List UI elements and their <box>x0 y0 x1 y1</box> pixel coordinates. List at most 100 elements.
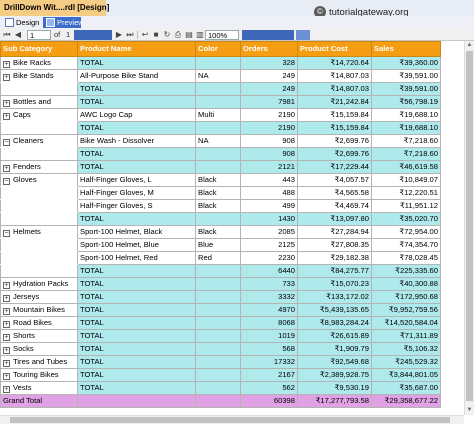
column-header[interactable]: Product Name <box>77 41 196 57</box>
product-cost-cell: ₹2,389,928.75 <box>297 368 372 382</box>
sub-category-cell <box>0 251 78 265</box>
expand-icon[interactable]: + <box>3 282 10 289</box>
orders-cell: 249 <box>240 69 298 83</box>
product-name-cell: TOTAL <box>77 160 196 174</box>
sub-category-cell: + Mountain Bikes <box>0 303 78 317</box>
page-setup-icon[interactable]: ▥ <box>195 30 205 40</box>
column-header[interactable]: Color <box>195 41 241 57</box>
product-name-cell: TOTAL <box>77 147 196 161</box>
expand-icon[interactable]: + <box>3 360 10 367</box>
expand-icon[interactable]: + <box>3 386 10 393</box>
color-cell <box>195 121 241 135</box>
expand-icon[interactable]: + <box>3 334 10 341</box>
sales-cell: ₹3,844,801.05 <box>371 368 441 382</box>
tab-design[interactable]: Design <box>2 17 42 28</box>
sub-category-cell <box>0 238 78 252</box>
grand-total-label: Grand Total <box>0 394 78 408</box>
expand-icon[interactable]: + <box>3 100 10 107</box>
product-name-cell: TOTAL <box>77 82 196 96</box>
back-icon[interactable]: ↩ <box>140 30 150 40</box>
collapse-icon[interactable]: − <box>3 178 10 185</box>
color-cell <box>195 303 241 317</box>
color-cell: Black <box>195 186 241 200</box>
print-icon[interactable]: ⎙ <box>173 30 183 40</box>
first-page-icon[interactable]: ⏮ <box>2 30 12 40</box>
zoom-select[interactable]: 100% <box>205 30 239 40</box>
product-name-cell: TOTAL <box>77 355 196 369</box>
expand-icon[interactable]: + <box>3 165 10 172</box>
subtotal-row: TOTAL 6440 ₹84,275.77 ₹225,335.60 <box>0 264 441 278</box>
sub-category-cell: + Vests <box>0 381 78 395</box>
table-row: Sport-100 Helmet, Red Red 2230 ₹29,182.38 ₹7… <box>0 251 441 265</box>
sales-cell: ₹46,619.58 <box>371 160 441 174</box>
color-cell <box>195 329 241 343</box>
sales-cell: ₹74,354.70 <box>371 238 441 252</box>
horizontal-scrollbar[interactable] <box>0 415 464 424</box>
color-cell: Black <box>195 199 241 213</box>
collapse-icon[interactable]: − <box>3 230 10 237</box>
sub-category-cell <box>0 264 78 278</box>
sub-category-cell <box>0 199 78 213</box>
expand-icon[interactable]: + <box>3 308 10 315</box>
expand-icon[interactable]: + <box>3 347 10 354</box>
orders-cell: 4970 <box>240 303 298 317</box>
product-cost-cell: ₹1,909.79 <box>297 342 372 356</box>
scroll-up-icon[interactable]: ▲ <box>465 41 474 50</box>
product-name-cell: All-Purpose Bike Stand <box>77 69 196 83</box>
product-cost-cell: ₹14,807.03 <box>297 82 372 96</box>
expand-icon[interactable]: + <box>3 321 10 328</box>
find-box[interactable] <box>242 30 294 40</box>
column-header[interactable]: Sales <box>371 41 441 57</box>
orders-cell: 908 <box>240 134 298 148</box>
collapse-icon[interactable]: − <box>3 139 10 146</box>
product-cost-cell: ₹15,159.84 <box>297 121 372 135</box>
page-number-input[interactable]: 1 <box>27 30 51 40</box>
product-name-cell: TOTAL <box>77 121 196 135</box>
expand-icon[interactable]: + <box>3 373 10 380</box>
tab-preview[interactable]: Preview <box>43 17 84 28</box>
expand-icon[interactable]: + <box>3 74 10 81</box>
sub-category-label: Shorts <box>13 331 35 340</box>
vertical-scroll-thumb[interactable] <box>466 51 473 401</box>
sub-category-label: Touring Bikes <box>13 370 59 379</box>
product-cost-cell: ₹26,615.89 <box>297 329 372 343</box>
product-cost-cell: ₹9,530.19 <box>297 381 372 395</box>
subtotal-row: + Fenders TOTAL 2121 ₹17,229.44 ₹46,619.58 <box>0 160 441 174</box>
design-icon <box>5 18 14 27</box>
horizontal-scroll-thumb[interactable] <box>10 417 450 423</box>
color-cell <box>195 316 241 330</box>
stop-icon[interactable]: ■ <box>151 30 161 40</box>
table-row: Half-Finger Gloves, S Black 499 ₹4,469.74 ₹1… <box>0 199 441 213</box>
sub-category-cell: + Touring Bikes <box>0 368 78 382</box>
toolbar-nav-group <box>74 30 112 40</box>
orders-cell: 3332 <box>240 290 298 304</box>
last-page-icon[interactable]: ⏭ <box>125 30 135 40</box>
expand-icon[interactable]: + <box>3 295 10 302</box>
expand-icon[interactable]: + <box>3 61 10 68</box>
tab-preview-label: Preview <box>57 18 84 27</box>
sub-category-label: Mountain Bikes <box>13 305 65 314</box>
subtotal-row: TOTAL 1430 ₹13,097.80 ₹35,020.70 <box>0 212 441 226</box>
orders-cell: 443 <box>240 173 298 187</box>
next-page-icon[interactable]: ▶ <box>114 30 124 40</box>
document-tab[interactable]: DrillDown Wit....rdl [Design] <box>0 0 109 16</box>
sub-category-label: Caps <box>13 110 31 119</box>
sub-category-label: Road Bikes <box>13 318 52 327</box>
page-layout-icon[interactable]: ▤ <box>184 30 194 40</box>
vertical-scrollbar[interactable]: ▲ ▼ <box>464 41 474 415</box>
previous-page-icon[interactable]: ◀ <box>13 30 23 40</box>
color-cell <box>195 290 241 304</box>
find-next-button[interactable] <box>296 30 310 40</box>
orders-cell: 6440 <box>240 264 298 278</box>
column-header[interactable]: Product Cost <box>297 41 372 57</box>
refresh-icon[interactable]: ↻ <box>162 30 172 40</box>
expand-icon[interactable]: + <box>3 113 10 120</box>
scroll-down-icon[interactable]: ▼ <box>465 406 474 415</box>
sales-cell: ₹40,300.88 <box>371 277 441 291</box>
sub-category-cell <box>0 121 78 135</box>
sales-cell: ₹19,688.10 <box>371 108 441 122</box>
sub-category-cell: + Road Bikes <box>0 316 78 330</box>
column-header[interactable]: Orders <box>240 41 298 57</box>
subtotal-row: TOTAL 908 ₹2,699.76 ₹7,218.60 <box>0 147 441 161</box>
column-header[interactable]: Sub Category <box>0 41 78 57</box>
